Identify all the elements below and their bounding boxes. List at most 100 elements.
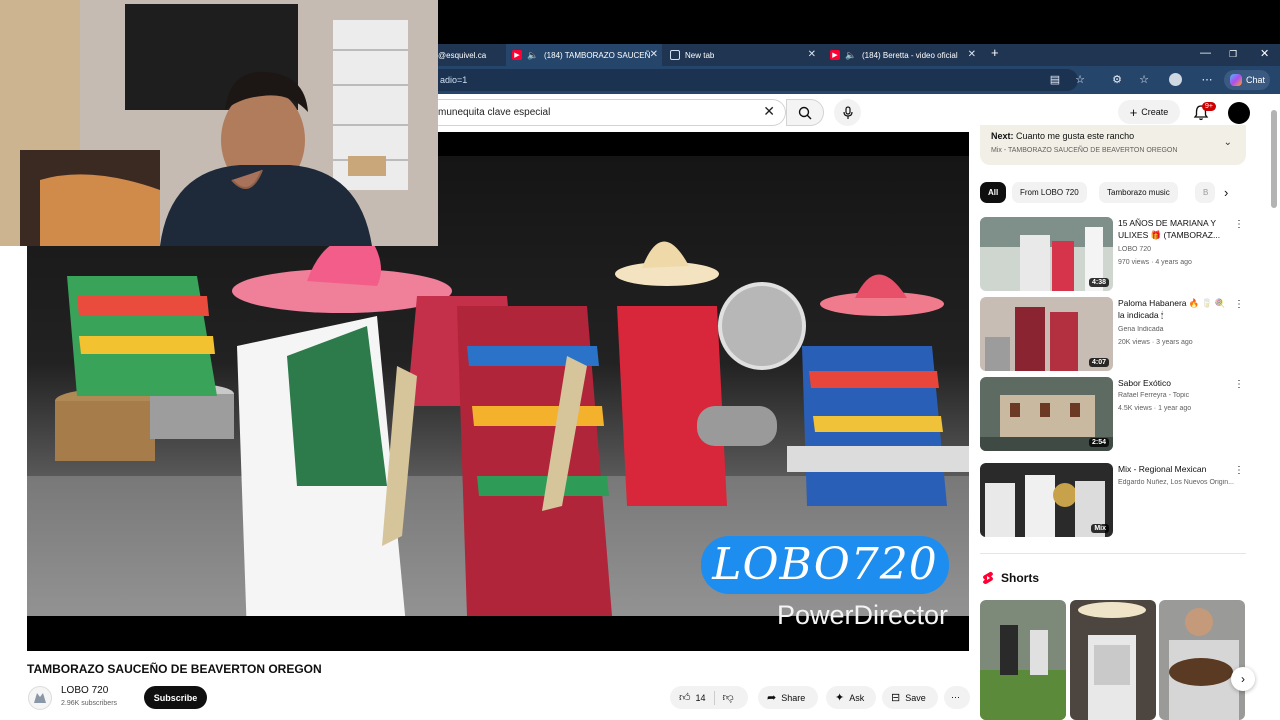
youtube-icon: ▶ <box>830 50 840 60</box>
tab-beretta[interactable]: ▶ 🔈 (184) Beretta - video oficial ✕ <box>824 44 980 66</box>
copilot-icon <box>1230 74 1242 86</box>
recommendation-item[interactable]: 2:54 Sabor Exótico Rafael Ferreyra - Top… <box>980 377 1244 451</box>
search-value: munequita clave especial <box>438 107 551 118</box>
recommendation-item[interactable]: 4:07 Paloma Habanera 🔥 🥛 🍭 la indicada 🕯… <box>980 297 1244 371</box>
short-thumbnail[interactable] <box>980 600 1066 720</box>
user-avatar[interactable] <box>1228 102 1250 124</box>
tab-label: (184) TAMBORAZO SAUCEÑ <box>544 50 651 60</box>
streamer-webcam-image <box>0 0 438 246</box>
close-window-icon[interactable]: ✕ <box>1260 47 1269 60</box>
save-button[interactable]: ⊟ Save <box>882 686 938 709</box>
tab-esquivel[interactable]: @esquivel.ca <box>438 44 506 66</box>
tab-label: New tab <box>685 50 715 60</box>
video-thumbnail[interactable]: 2:54 <box>980 377 1113 451</box>
search-button[interactable] <box>786 99 824 126</box>
share-arrow-icon: ➦ <box>767 692 777 704</box>
address-bar[interactable]: adio=1 <box>438 69 1078 91</box>
notification-badge: 9+ <box>1202 102 1216 111</box>
close-tab-icon[interactable]: ✕ <box>808 49 816 60</box>
recommendation-meta: 4.5K views · 1 year ago <box>1118 405 1192 412</box>
recommendation-title: Sabor Exótico <box>1118 378 1171 388</box>
mix-badge: Mix <box>1091 524 1109 533</box>
recommendation-channel: LOBO 720 <box>1118 246 1152 253</box>
video-thumbnail[interactable]: 4:07 <box>980 297 1113 371</box>
short-thumbnail[interactable] <box>1070 600 1156 720</box>
thumbs-up-icon[interactable]: 👍︎ <box>679 691 691 704</box>
more-vertical-icon[interactable]: ⋮ <box>1234 219 1244 230</box>
collections-icon[interactable] <box>1146 73 1160 87</box>
create-label: Create <box>1141 107 1169 117</box>
new-tab-button[interactable]: + <box>991 45 999 60</box>
thumbs-down-icon[interactable]: 👎︎ <box>723 691 734 704</box>
search-input[interactable]: munequita clave especial ✕ <box>438 99 786 126</box>
next-label: Next: Cuanto me gusta este rancho <box>991 131 1134 141</box>
duration-badge: 2:54 <box>1088 438 1109 447</box>
lobo720-watermark: LOBO720 <box>701 536 949 594</box>
shorts-next-button[interactable]: › <box>1231 667 1255 691</box>
duration-badge: 4:38 <box>1088 278 1109 287</box>
recommendation-title: Paloma Habanera 🔥 🥛 🍭 la indicada 🕯 <box>1118 298 1226 320</box>
microphone-icon <box>842 105 853 119</box>
shorts-icon <box>983 571 993 584</box>
share-button[interactable]: ➦ Share <box>758 686 818 709</box>
more-vertical-icon[interactable]: ⋮ <box>1234 465 1244 476</box>
channel-avatar[interactable] <box>28 686 52 710</box>
extensions-icon[interactable]: ⚙ <box>1110 73 1124 87</box>
more-vertical-icon[interactable]: ⋮ <box>1234 299 1244 310</box>
ask-label: Ask <box>849 692 865 703</box>
chevron-down-icon[interactable]: ⌄ <box>1224 137 1232 148</box>
tab-tamborazo[interactable]: ▶ 🔈 (184) TAMBORAZO SAUCEÑ ✕ <box>506 44 662 66</box>
tab-new-tab[interactable]: New tab ✕ <box>664 44 820 66</box>
restore-icon[interactable]: ❐ <box>1229 49 1237 60</box>
next-title: Cuanto me gusta este rancho <box>1016 131 1135 141</box>
like-count: 14 <box>695 692 706 703</box>
voice-search-button[interactable] <box>834 99 861 126</box>
recommendation-meta: 20K views · 3 years ago <box>1118 339 1193 346</box>
chevron-right-icon[interactable]: › <box>1224 185 1228 200</box>
favorite-star-icon[interactable]: ☆ <box>1073 73 1087 87</box>
chip-tamborazo-music[interactable]: Tamborazo music <box>1099 182 1178 203</box>
close-tab-icon[interactable]: ✕ <box>650 49 658 60</box>
more-actions-button[interactable]: ⋯ <box>944 686 970 709</box>
tab-label: @esquivel.ca <box>438 50 487 60</box>
app-available-icon[interactable]: ▤ <box>1048 73 1062 87</box>
close-tab-icon[interactable]: ✕ <box>968 49 976 60</box>
address-row: adio=1 ▤ ☆ ⚙ ☆ ⋯ Chat <box>438 66 1280 94</box>
recommendation-channel: Rafael Ferreyra - Topic <box>1118 392 1190 399</box>
chip-all[interactable]: All <box>980 182 1007 203</box>
copilot-chat-button[interactable]: Chat <box>1224 70 1270 90</box>
address-text: adio=1 <box>440 75 468 85</box>
recommendation-item[interactable]: Mix Mix - Regional Mexican Edgardo Nuñez… <box>980 463 1244 537</box>
create-button[interactable]: + Create <box>1118 100 1180 124</box>
page-scrollbar[interactable] <box>1271 110 1277 208</box>
search-icon <box>798 106 812 119</box>
wolf-logo-icon <box>34 693 46 703</box>
ask-button[interactable]: ✦ Ask <box>826 686 876 709</box>
section-divider <box>980 553 1246 554</box>
subscribe-button[interactable]: Subscribe <box>144 686 207 709</box>
profile-icon[interactable] <box>1169 73 1182 86</box>
more-options-icon[interactable]: ⋯ <box>1200 73 1214 87</box>
bookmark-icon: ⊟ <box>891 692 901 704</box>
video-thumbnail[interactable]: 4:38 <box>980 217 1113 291</box>
tab-label: (184) Beretta - video oficial <box>862 50 958 60</box>
shorts-heading: Shorts <box>1001 571 1040 585</box>
clear-search-icon[interactable]: ✕ <box>763 103 775 120</box>
channel-name[interactable]: LOBO 720 <box>61 685 108 696</box>
powerdirector-watermark: PowerDirector <box>777 600 949 630</box>
speaker-icon: 🔈 <box>527 49 539 60</box>
webcam-overlay <box>0 0 438 246</box>
share-label: Share <box>781 692 806 703</box>
chip-truncated[interactable]: B <box>1195 182 1215 203</box>
short-thumbnail[interactable] <box>1159 600 1245 720</box>
like-divider <box>713 690 715 705</box>
chip-from-lobo-720[interactable]: From LOBO 720 <box>1012 182 1087 203</box>
recommendation-meta: 970 views · 4 years ago <box>1118 259 1192 266</box>
recommendation-title: 15 AÑOS DE MARIANA Y ULIXES 🎁 (TAMBORAZ.… <box>1118 218 1221 240</box>
video-title: TAMBORAZO SAUCEÑO DE BEAVERTON OREGON <box>27 662 322 676</box>
mix-thumbnail[interactable]: Mix <box>980 463 1113 537</box>
more-vertical-icon[interactable]: ⋮ <box>1234 379 1244 390</box>
recommendation-item[interactable]: 4:38 15 AÑOS DE MARIANA Y ULIXES 🎁 (TAMB… <box>980 217 1244 291</box>
minimize-icon[interactable]: — <box>1200 47 1211 59</box>
up-next-panel[interactable]: Next: Cuanto me gusta este rancho Mix - … <box>980 125 1246 165</box>
